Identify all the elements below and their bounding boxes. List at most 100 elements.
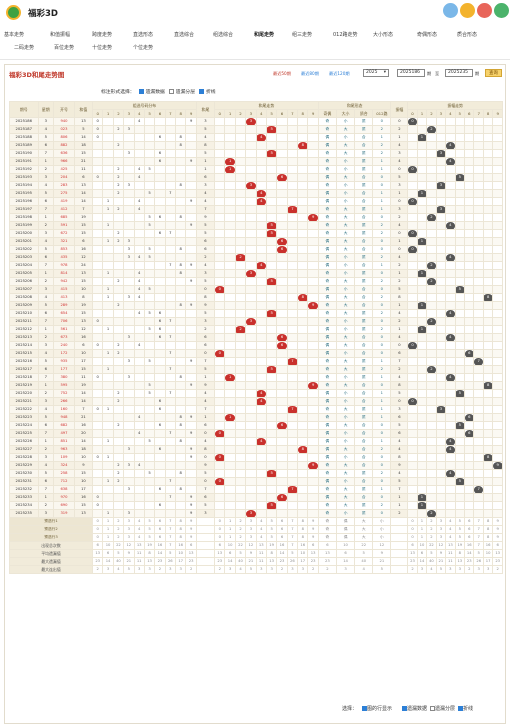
amp-trend-cell — [473, 269, 484, 278]
tail-trend-cell — [255, 485, 267, 494]
tail-trend-cell: 5 — [265, 229, 278, 238]
nav-item[interactable]: 基本走势 — [4, 31, 24, 38]
tail-trend-cell — [276, 197, 288, 206]
distribution-cell — [164, 293, 177, 302]
nav-item[interactable]: 组选综合 — [213, 31, 233, 38]
table-row: 2025231 6 712 10 1 2 7 0 0 偶小合 0 5 5 — [9, 477, 503, 486]
tail-trend-cell — [307, 261, 319, 270]
distribution-cell: 9 — [185, 157, 197, 166]
tail-form-cell: 2 — [372, 445, 392, 454]
tail-trend-cell — [297, 285, 309, 294]
distribution-cell: 6 — [154, 501, 166, 510]
table-row: 2025189 6 882 18 2 8 8 8 偶大合 2 4 4 — [9, 141, 503, 150]
tail-trend-cell — [214, 157, 226, 166]
amp-trend-cell — [426, 461, 437, 470]
distribution-cell: 5 — [143, 469, 156, 478]
recent-link[interactable]: 最近50期 — [273, 71, 291, 77]
stat-cell: 6 — [307, 541, 319, 550]
nav-item[interactable]: 大小形态 — [373, 31, 393, 38]
nav-item[interactable]: 和尾走势 — [254, 31, 274, 38]
stat-cell: 5 — [473, 549, 484, 558]
distribution-cell — [143, 445, 156, 454]
recent-link[interactable]: 最近80期 — [301, 71, 319, 77]
amp-trend-cell — [454, 317, 466, 326]
tail-form-cell: 偶 — [317, 285, 337, 294]
sum-tail-cell: 1 — [195, 413, 216, 422]
week-cell: 4 — [37, 293, 55, 302]
distribution-cell — [185, 141, 197, 150]
to-issue-input[interactable]: 2025235 — [445, 69, 473, 77]
tail-trend-cell: 4 — [255, 261, 267, 270]
distribution-cell — [143, 301, 156, 310]
nav-item[interactable]: 十位走势 — [92, 44, 112, 51]
tail-trend-cell — [276, 229, 288, 238]
week-cell: 4 — [37, 461, 55, 470]
nav-item[interactable]: 奇偶形态 — [417, 31, 437, 38]
tail-trend-cell — [234, 493, 247, 502]
tail-trend-cell — [265, 245, 278, 254]
sum-tail-cell: 4 — [195, 389, 216, 398]
option-checkbox[interactable] — [168, 89, 174, 94]
distribution-cell — [112, 493, 125, 502]
tail-form-cell: 奇 — [317, 317, 337, 326]
amp-trend-cell — [454, 165, 466, 174]
week-cell: 1 — [37, 381, 55, 390]
issue-cell: 2025208 — [9, 293, 39, 302]
tail-trend-cell — [245, 397, 257, 406]
distribution-cell — [143, 429, 156, 438]
nav-item[interactable]: 质合形态 — [457, 31, 477, 38]
tail-form-cell: 合 — [354, 293, 374, 302]
amp-trend-cell — [482, 165, 494, 174]
nav-item[interactable]: 直选形态 — [133, 31, 153, 38]
issue-year-select[interactable]: 2025 ▾ — [363, 69, 389, 77]
tail-trend-cell — [286, 317, 299, 326]
week-cell: 3 — [37, 453, 55, 462]
tail-form-cell: 偶 — [317, 325, 337, 334]
amp-trend-cell — [445, 197, 456, 206]
amp-cell: 1 — [390, 501, 409, 510]
tail-trend-cell — [255, 277, 267, 286]
distribution-cell — [185, 437, 197, 446]
nav-item[interactable]: 012路走势 — [333, 31, 358, 38]
tail-trend-cell — [265, 405, 278, 414]
amp-trend-cell — [426, 189, 437, 198]
amp-trend-cell — [473, 261, 484, 270]
amp-trend-cell — [407, 309, 418, 318]
forecast-cell: 2 — [426, 517, 437, 526]
tail-form-cell: 小 — [335, 317, 356, 326]
amp-cell: 4 — [390, 469, 409, 478]
nav-item[interactable]: 直选综合 — [174, 31, 194, 38]
nav-item[interactable]: 组三走势 — [292, 31, 312, 38]
nav-item[interactable]: 个位走势 — [133, 44, 153, 51]
recent-link[interactable]: 最近120期 — [329, 71, 350, 77]
distribution-cell — [164, 357, 177, 366]
amp-trend-cell — [407, 461, 418, 470]
option-checkbox[interactable] — [199, 89, 204, 94]
distribution-cell — [112, 453, 125, 462]
nav-item[interactable]: 二码走势 — [14, 44, 34, 51]
amp-trend-cell — [454, 245, 466, 254]
amp-trend-cell — [407, 413, 418, 422]
distribution-cell — [91, 509, 104, 518]
tail-trend-cell — [224, 149, 236, 158]
amp-trend-cell — [426, 221, 437, 230]
tail-trend-cell — [245, 277, 257, 286]
query-button[interactable]: 查询 — [485, 69, 502, 77]
table-row: 2025219 1 595 19 5 9 9 9 奇大合 0 8 8 — [9, 381, 503, 390]
amp-trend-cell — [454, 469, 466, 478]
option-checkbox[interactable] — [138, 89, 144, 94]
tail-trend-cell — [255, 229, 267, 238]
amp-trend-cell — [435, 421, 447, 430]
from-issue-input[interactable]: 2025186 — [397, 69, 425, 77]
distribution-cell — [185, 317, 197, 326]
sum-cell: 11 — [73, 165, 94, 174]
amp-trend-cell — [482, 461, 494, 470]
tail-form-cell: 偶 — [317, 341, 337, 350]
tail-trend-cell — [245, 301, 257, 310]
distribution-cell — [133, 373, 145, 382]
form-header: 大小 — [335, 109, 356, 118]
nav-item[interactable]: 百位走势 — [54, 44, 74, 51]
stat-cell: 5 — [245, 565, 257, 574]
nav-item[interactable]: 跨度走势 — [92, 31, 112, 38]
nav-item[interactable]: 和值振幅 — [50, 31, 70, 38]
